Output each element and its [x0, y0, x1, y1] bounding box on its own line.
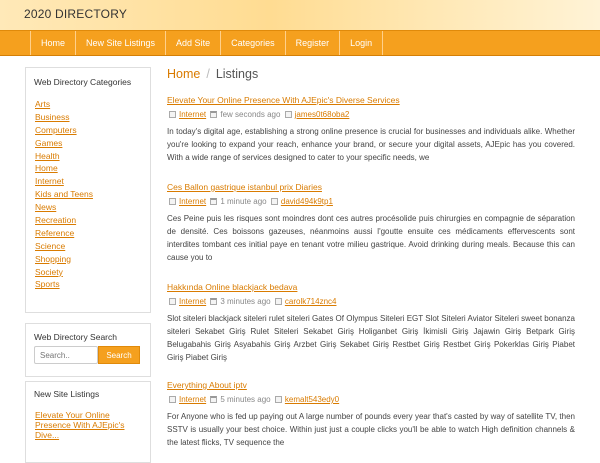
- category-link-reference[interactable]: Reference: [35, 228, 74, 238]
- category-link-games[interactable]: Games: [35, 138, 62, 148]
- category-item: Computers: [35, 124, 93, 137]
- category-item: Internet: [35, 175, 93, 188]
- category-link-internet[interactable]: Internet: [35, 176, 64, 186]
- site-title[interactable]: 2020 DIRECTORY: [24, 7, 127, 21]
- listing-title[interactable]: Everything About iptv: [167, 380, 575, 390]
- nav-menu: Home New Site Listings Add Site Categori…: [30, 31, 384, 55]
- category-item: Recreation: [35, 214, 93, 227]
- nav-login[interactable]: Login: [340, 31, 384, 55]
- listing-description: For Anyone who is fed up paying out A la…: [167, 412, 575, 447]
- category-item: Reference: [35, 227, 93, 240]
- user-icon: [274, 298, 282, 305]
- category-link-home[interactable]: Home: [35, 163, 58, 173]
- listing-meta: Internet few seconds ago james0t68oba2: [167, 109, 575, 120]
- new-listing-link[interactable]: Elevate Your Online Presence With AJEpic…: [35, 410, 145, 440]
- category-item: Sports: [35, 278, 93, 291]
- listing-time: few seconds ago: [220, 110, 281, 119]
- category-item: Arts: [35, 98, 93, 111]
- listing-time: 3 minutes ago: [220, 297, 271, 306]
- listing-title[interactable]: Elevate Your Online Presence With AJEpic…: [167, 95, 575, 105]
- listing-author[interactable]: david494k9tp1: [281, 197, 333, 206]
- categories-box: Web Directory Categories Arts Business C…: [25, 67, 151, 313]
- folder-icon: [169, 111, 176, 118]
- breadcrumb: Home / Listings: [167, 67, 258, 81]
- listing-description: Slot siteleri blackjack siteleri rulet s…: [167, 314, 575, 362]
- category-link-computers[interactable]: Computers: [35, 125, 77, 135]
- breadcrumb-home[interactable]: Home: [167, 67, 200, 81]
- nav-new-site-listings[interactable]: New Site Listings: [76, 31, 167, 55]
- listing-meta: Internet 1 minute ago david494k9tp1: [167, 196, 575, 207]
- listing-category[interactable]: Internet: [179, 110, 206, 119]
- listing-author[interactable]: kemalt543edy0: [285, 395, 339, 404]
- category-item: Business: [35, 111, 93, 124]
- category-item: Home: [35, 162, 93, 175]
- folder-icon: [169, 198, 176, 205]
- listing-item: Elevate Your Online Presence With AJEpic…: [167, 95, 575, 164]
- category-list: Arts Business Computers Games Health Hom…: [35, 98, 93, 291]
- new-listings-title: New Site Listings: [34, 389, 100, 399]
- main-navbar: Home New Site Listings Add Site Categori…: [0, 30, 600, 56]
- user-icon: [284, 111, 292, 118]
- listing-author[interactable]: james0t68oba2: [295, 110, 350, 119]
- category-item: Shopping: [35, 253, 93, 266]
- listing-item: Hakkında Online blackjack bedava Interne…: [167, 282, 575, 364]
- breadcrumb-current: Listings: [215, 67, 259, 81]
- listing-category[interactable]: Internet: [179, 297, 206, 306]
- listing-item: Everything About iptv Internet 5 minutes…: [167, 380, 575, 449]
- calendar-icon: [210, 298, 218, 305]
- nav-add-site[interactable]: Add Site: [166, 31, 222, 55]
- folder-icon: [169, 298, 176, 305]
- category-item: Science: [35, 240, 93, 253]
- user-icon: [270, 198, 278, 205]
- breadcrumb-separator: /: [206, 67, 210, 81]
- category-item: Kids and Teens: [35, 188, 93, 201]
- nav-register[interactable]: Register: [286, 31, 341, 55]
- categories-title: Web Directory Categories: [34, 77, 132, 87]
- category-link-arts[interactable]: Arts: [35, 99, 50, 109]
- search-button[interactable]: Search: [98, 346, 140, 364]
- calendar-icon: [210, 111, 218, 118]
- user-icon: [274, 396, 282, 403]
- listing-time: 1 minute ago: [220, 197, 267, 206]
- category-link-business[interactable]: Business: [35, 112, 70, 122]
- folder-icon: [169, 396, 176, 403]
- search-box: Web Directory Search Search: [25, 323, 151, 377]
- category-link-science[interactable]: Science: [35, 241, 65, 251]
- search-title: Web Directory Search: [34, 332, 117, 342]
- listing-meta: Internet 3 minutes ago carolk714znc4: [167, 296, 575, 307]
- calendar-icon: [210, 396, 218, 403]
- listing-title[interactable]: Ces Ballon gastrique istanbul prix Diari…: [167, 182, 575, 192]
- category-item: News: [35, 201, 93, 214]
- listing-meta: Internet 5 minutes ago kemalt543edy0: [167, 394, 575, 405]
- search-input[interactable]: [34, 346, 98, 364]
- listing-title[interactable]: Hakkında Online blackjack bedava: [167, 282, 575, 292]
- site-header: 2020 DIRECTORY: [0, 0, 600, 30]
- category-item: Games: [35, 137, 93, 150]
- calendar-icon: [210, 198, 218, 205]
- category-link-health[interactable]: Health: [35, 151, 60, 161]
- nav-home[interactable]: Home: [30, 31, 77, 55]
- category-link-kids-and-teens[interactable]: Kids and Teens: [35, 189, 93, 199]
- listing-category[interactable]: Internet: [179, 395, 206, 404]
- listing-time: 5 minutes ago: [220, 395, 271, 404]
- category-link-recreation[interactable]: Recreation: [35, 215, 76, 225]
- listing-description: Ces Peine puis les risques sont moindres…: [167, 214, 575, 262]
- category-link-society[interactable]: Society: [35, 267, 63, 277]
- category-item: Health: [35, 150, 93, 163]
- category-link-shopping[interactable]: Shopping: [35, 254, 71, 264]
- category-item: Society: [35, 266, 93, 279]
- category-link-sports[interactable]: Sports: [35, 279, 60, 289]
- new-listings-box: New Site Listings Elevate Your Online Pr…: [25, 381, 151, 463]
- category-link-news[interactable]: News: [35, 202, 56, 212]
- listing-author[interactable]: carolk714znc4: [285, 297, 337, 306]
- listing-category[interactable]: Internet: [179, 197, 206, 206]
- listing-item: Ces Ballon gastrique istanbul prix Diari…: [167, 182, 575, 264]
- listing-description: In today's digital age, establishing a s…: [167, 127, 575, 162]
- nav-categories[interactable]: Categories: [221, 31, 286, 55]
